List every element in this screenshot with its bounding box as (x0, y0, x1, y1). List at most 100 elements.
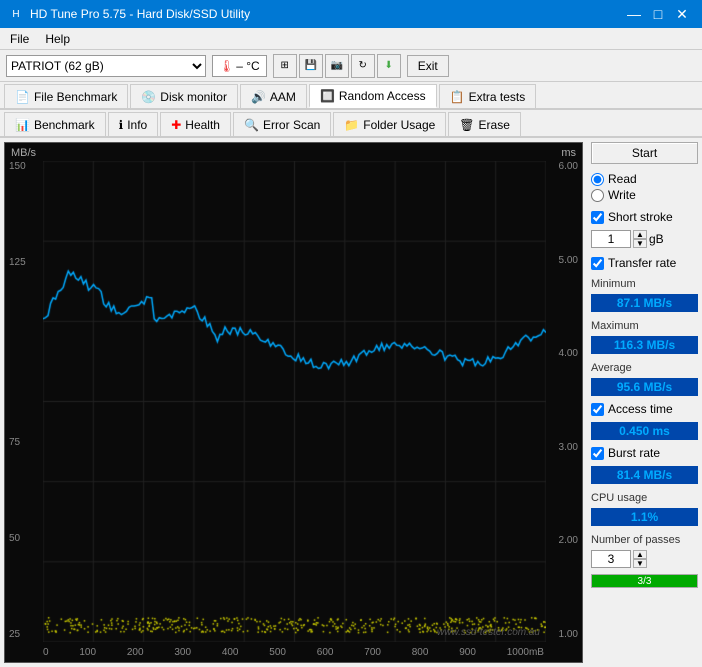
access-time-value: 0.450 ms (591, 422, 698, 440)
burst-rate-value: 81.4 MB/s (591, 466, 698, 484)
cpu-usage-label: CPU usage (591, 492, 698, 504)
erase-icon: 🗑 (459, 118, 474, 132)
tab-random-access[interactable]: 🔲 Random Access (309, 84, 437, 108)
short-stroke-down[interactable]: ▼ (633, 239, 647, 248)
close-button[interactable]: ✕ (670, 4, 694, 24)
short-stroke-spinner-btns: ▲ ▼ (633, 230, 647, 248)
random-access-icon: 🔲 (320, 89, 335, 103)
tab-folder-usage[interactable]: 📁 Folder Usage (333, 112, 446, 136)
chart-y-right-label: ms (561, 147, 576, 159)
x-400: 400 (222, 647, 239, 658)
x-600: 600 (317, 647, 334, 658)
icon-btn-1[interactable]: ⊞ (273, 54, 297, 78)
file-menu[interactable]: File (4, 30, 35, 48)
average-label: Average (591, 362, 698, 374)
progress-bar-container: 3/3 (591, 574, 698, 588)
transfer-rate-checkbox-label[interactable]: Transfer rate (591, 256, 698, 270)
aam-icon: 🔊 (251, 90, 266, 104)
access-time-checkbox[interactable] (591, 403, 604, 416)
y-left-50: 50 (9, 533, 41, 544)
short-stroke-spinner-row: ▲ ▼ gB (591, 230, 698, 248)
cpu-usage-value: 1.1% (591, 508, 698, 526)
file-benchmark-icon: 📄 (15, 90, 30, 104)
read-radio-label[interactable]: Read (591, 172, 698, 186)
passes-spinner-row: ▲ ▼ (591, 550, 698, 568)
average-value: 95.6 MB/s (591, 378, 698, 396)
toolbar: PATRIOT (62 gB) 🌡 – °C ⊞ 💾 📷 ↻ ⬇ Exit (0, 50, 702, 82)
info-icon: ℹ (119, 118, 124, 132)
maximize-button[interactable]: □ (646, 4, 670, 24)
x-700: 700 (364, 647, 381, 658)
app-title: HD Tune Pro 5.75 - Hard Disk/SSD Utility (30, 7, 250, 21)
exit-button[interactable]: Exit (407, 55, 449, 77)
tab-disk-monitor[interactable]: 💿 Disk monitor (130, 84, 238, 108)
transfer-rate-checkbox[interactable] (591, 257, 604, 270)
write-radio-label[interactable]: Write (591, 188, 698, 202)
passes-label: Number of passes (591, 534, 698, 546)
start-button[interactable]: Start (591, 142, 698, 164)
temp-display: 🌡 – °C (212, 55, 267, 77)
tab-info[interactable]: ℹ Info (108, 112, 159, 136)
icon-btn-5[interactable]: ⬇ (377, 54, 401, 78)
tab-benchmark[interactable]: 📊 Benchmark (4, 112, 106, 136)
menu-bar: File Help (0, 28, 702, 50)
tab-extra-tests[interactable]: 📋 Extra tests (439, 84, 537, 108)
x-axis: 0 100 200 300 400 500 600 700 800 900 10… (43, 647, 544, 658)
x-500: 500 (269, 647, 286, 658)
x-900: 900 (459, 647, 476, 658)
icon-btn-2[interactable]: 💾 (299, 54, 323, 78)
x-800: 800 (412, 647, 429, 658)
burst-rate-checkbox-label[interactable]: Burst rate (591, 446, 698, 460)
benchmark-icon: 📊 (15, 118, 30, 132)
app-icon: H (8, 6, 24, 22)
passes-spinner-btns: ▲ ▼ (633, 550, 647, 568)
extra-tests-icon: 📋 (450, 90, 465, 104)
tab-file-benchmark[interactable]: 📄 File Benchmark (4, 84, 128, 108)
health-icon: ✚ (171, 118, 181, 132)
read-write-group: Read Write (591, 172, 698, 202)
icon-btn-3[interactable]: 📷 (325, 54, 349, 78)
maximum-value: 116.3 MB/s (591, 336, 698, 354)
short-stroke-checkbox-label[interactable]: Short stroke (591, 210, 698, 224)
drive-select[interactable]: PATRIOT (62 gB) (6, 55, 206, 77)
tab-bar-top: 📄 File Benchmark 💿 Disk monitor 🔊 AAM 🔲 … (0, 82, 702, 110)
burst-rate-checkbox[interactable] (591, 447, 604, 460)
y-left-25: 25 (9, 629, 41, 640)
short-stroke-unit: gB (649, 232, 664, 246)
access-time-checkbox-label[interactable]: Access time (591, 402, 698, 416)
passes-input[interactable] (591, 550, 631, 568)
passes-down[interactable]: ▼ (633, 559, 647, 568)
title-bar: H HD Tune Pro 5.75 - Hard Disk/SSD Utili… (0, 0, 702, 28)
y-right-1: 1.00 (546, 629, 578, 640)
tab-error-scan[interactable]: 🔍 Error Scan (233, 112, 331, 136)
write-radio[interactable] (591, 189, 604, 202)
y-right-3: 3.00 (546, 442, 578, 453)
short-stroke-up[interactable]: ▲ (633, 230, 647, 239)
y-right-4: 4.00 (546, 348, 578, 359)
y-axis-left: 150 125 75 50 25 (7, 161, 43, 640)
x-300: 300 (174, 647, 191, 658)
toolbar-icons: ⊞ 💾 📷 ↻ ⬇ (273, 54, 401, 78)
minimize-button[interactable]: — (622, 4, 646, 24)
tab-erase[interactable]: 🗑 Erase (448, 112, 521, 136)
icon-btn-4[interactable]: ↻ (351, 54, 375, 78)
short-stroke-input[interactable] (591, 230, 631, 248)
x-0: 0 (43, 647, 49, 658)
chart-y-left-label: MB/s (11, 147, 36, 159)
watermark: www.ssd-tester.com.au (437, 627, 540, 638)
main-content: MB/s ms 150 125 75 50 25 6.00 5.00 4.00 … (0, 138, 702, 667)
x-1000: 1000mB (507, 647, 544, 658)
short-stroke-checkbox[interactable] (591, 211, 604, 224)
y-left-75: 75 (9, 437, 41, 448)
y-right-2: 2.00 (546, 535, 578, 546)
help-menu[interactable]: Help (39, 30, 76, 48)
passes-up[interactable]: ▲ (633, 550, 647, 559)
chart-container: MB/s ms 150 125 75 50 25 6.00 5.00 4.00 … (4, 142, 583, 663)
read-radio[interactable] (591, 173, 604, 186)
y-right-5: 5.00 (546, 255, 578, 266)
y-axis-right: 6.00 5.00 4.00 3.00 2.00 1.00 (544, 161, 580, 640)
y-left-150: 150 (9, 161, 41, 172)
tab-health[interactable]: ✚ Health (160, 112, 231, 136)
tab-aam[interactable]: 🔊 AAM (240, 84, 307, 108)
right-panel: Start Read Write Short stroke ▲ ▼ gB (587, 138, 702, 667)
